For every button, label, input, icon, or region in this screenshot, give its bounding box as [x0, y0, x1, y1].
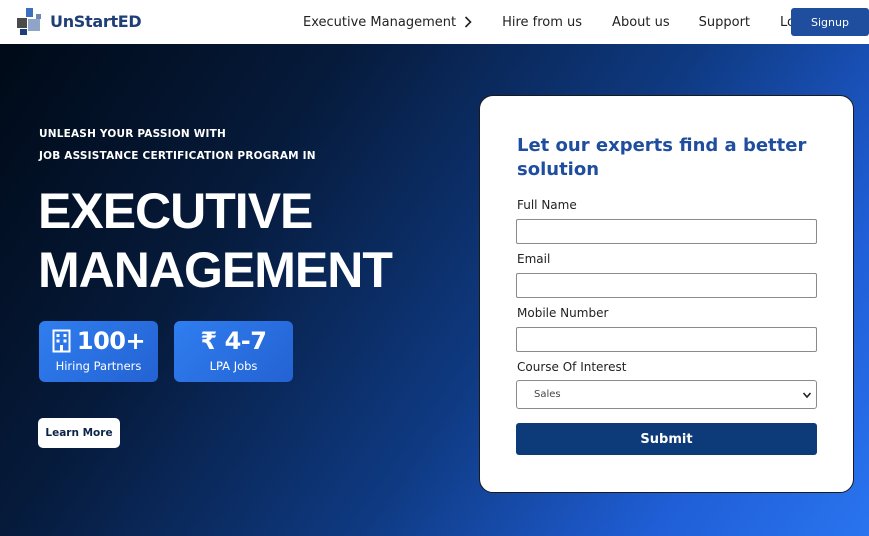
- stat-label: LPA Jobs: [209, 359, 258, 373]
- full-name-label: Full Name: [517, 198, 577, 212]
- top-navbar: UnStartED Executive Management Hire from…: [0, 0, 869, 44]
- email-input[interactable]: [516, 273, 817, 298]
- stat-card-lpa-jobs: ₹ 4-7 LPA Jobs: [174, 321, 293, 382]
- nav-item-label: About us: [612, 14, 670, 30]
- hero-tagline: UNLEASH YOUR PASSION WITH JOB ASSISTANCE…: [39, 123, 316, 167]
- brand-name: UnStartED: [50, 11, 142, 31]
- signup-button[interactable]: Signup: [791, 8, 869, 36]
- learn-more-button[interactable]: Learn More: [38, 418, 120, 448]
- logo-icon: [16, 6, 46, 36]
- nav-menu: Executive Management Hire from us About …: [303, 0, 815, 44]
- mobile-number-label: Mobile Number: [517, 306, 609, 320]
- course-selected-value: Sales: [534, 389, 561, 400]
- chevron-down-icon: [802, 390, 812, 400]
- brand-logo[interactable]: UnStartED: [16, 6, 142, 36]
- submit-button[interactable]: Submit: [516, 423, 817, 455]
- course-label: Course Of Interest: [517, 360, 627, 374]
- headline-line-1: EXECUTIVE: [38, 183, 313, 239]
- mobile-number-input[interactable]: [516, 327, 817, 352]
- nav-item-support[interactable]: Support: [699, 15, 750, 30]
- stat-label: Hiring Partners: [55, 359, 142, 373]
- email-label: Email: [517, 252, 551, 266]
- nav-item-label: Executive Management: [303, 14, 457, 30]
- hero-headline: EXECUTIVE MANAGEMENT: [38, 182, 393, 300]
- stat-card-hiring-partners: 100+ Hiring Partners: [39, 321, 158, 382]
- chevron-right-icon: [464, 16, 472, 28]
- stat-value: 100+: [76, 327, 146, 355]
- stat-value: ₹ 4-7: [200, 327, 267, 355]
- lead-form-card: Let our experts find a better solution F…: [479, 95, 854, 493]
- tagline-line-1: UNLEASH YOUR PASSION WITH: [39, 128, 226, 140]
- building-icon: [52, 329, 71, 353]
- nav-item-label: Hire from us: [502, 14, 583, 30]
- full-name-input[interactable]: [516, 219, 817, 244]
- nav-item-executive-management[interactable]: Executive Management: [303, 15, 472, 30]
- headline-line-2: MANAGEMENT: [38, 242, 393, 298]
- nav-item-label: Support: [698, 14, 751, 30]
- nav-item-hire-from-us[interactable]: Hire from us: [502, 15, 582, 30]
- tagline-line-2: JOB ASSISTANCE CERTIFICATION PROGRAM IN: [39, 150, 316, 162]
- hero-section: UNLEASH YOUR PASSION WITH JOB ASSISTANCE…: [0, 44, 869, 536]
- form-title: Let our experts find a better solution: [517, 135, 807, 180]
- nav-item-about-us[interactable]: About us: [612, 15, 670, 30]
- course-select[interactable]: Sales: [516, 380, 817, 409]
